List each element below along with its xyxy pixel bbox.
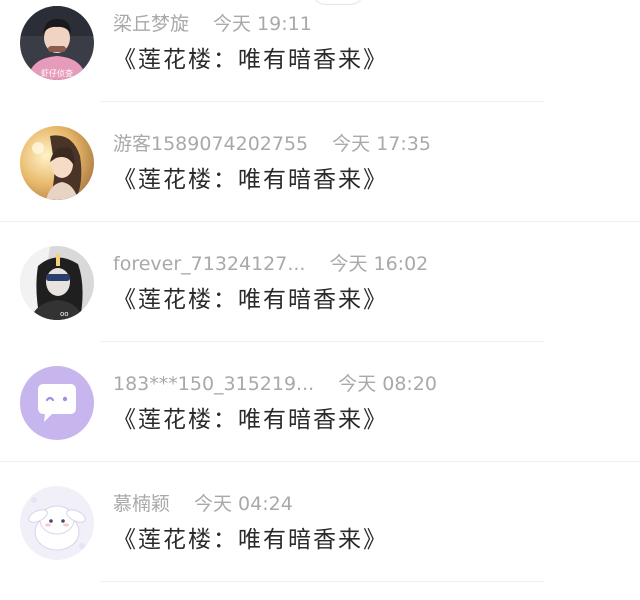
comment-text: 《莲花楼：唯有暗香来》 bbox=[113, 167, 388, 193]
avatar-watermark-text: 虾仔侦查 bbox=[41, 68, 73, 78]
divider bbox=[100, 581, 545, 582]
comment-meta: 梁丘梦旋 今天 19:11 bbox=[113, 12, 312, 36]
timestamp: 今天 16:02 bbox=[329, 253, 429, 275]
svg-text:oo: oo bbox=[60, 310, 69, 318]
username[interactable]: 慕楠颖 bbox=[113, 493, 170, 515]
divider bbox=[0, 221, 640, 222]
comment-item[interactable]: 183***150_315219... 今天 08:20 《莲花楼：唯有暗香来》 bbox=[0, 360, 640, 480]
comment-item[interactable]: 慕楠颖 今天 04:24 《莲花楼：唯有暗香来》 bbox=[0, 480, 640, 600]
comment-meta: 183***150_315219... 今天 08:20 bbox=[113, 372, 437, 396]
avatar[interactable] bbox=[20, 126, 94, 200]
avatar[interactable] bbox=[20, 486, 94, 560]
comment-text: 《莲花楼：唯有暗香来》 bbox=[113, 47, 388, 73]
purple-chat-bubble-icon bbox=[20, 366, 94, 440]
divider bbox=[100, 341, 545, 342]
comment-text: 《莲花楼：唯有暗香来》 bbox=[113, 527, 388, 553]
username[interactable]: 183***150_315219... bbox=[113, 373, 314, 395]
comment-meta: 慕楠颖 今天 04:24 bbox=[113, 492, 293, 516]
avatar[interactable]: oo bbox=[20, 246, 94, 320]
divider bbox=[100, 101, 545, 102]
comment-text: 《莲花楼：唯有暗香来》 bbox=[113, 287, 388, 313]
avatar-anime-girl-golden bbox=[20, 126, 94, 200]
timestamp: 今天 19:11 bbox=[213, 13, 312, 35]
avatar-boy-pink-hoodie: 虾仔侦查 bbox=[20, 6, 94, 80]
comment-meta: 游客1589074202755 今天 17:35 bbox=[113, 132, 431, 156]
timestamp: 今天 17:35 bbox=[332, 133, 431, 155]
comment-meta: forever_71324127... 今天 16:02 bbox=[113, 252, 428, 276]
timestamp: 今天 04:24 bbox=[194, 493, 293, 515]
avatar-cinnamoroll-cartoon bbox=[20, 486, 94, 560]
comment-item[interactable]: oo forever_71324127... 今天 16:02 《莲花楼：唯有暗香… bbox=[0, 240, 640, 360]
timestamp: 今天 08:20 bbox=[338, 373, 437, 395]
divider bbox=[0, 461, 640, 462]
comment-text: 《莲花楼：唯有暗香来》 bbox=[113, 407, 388, 433]
comment-item[interactable]: 游客1589074202755 今天 17:35 《莲花楼：唯有暗香来》 bbox=[0, 120, 640, 240]
username[interactable]: forever_71324127... bbox=[113, 253, 305, 275]
avatar-girl-sunglasses: oo bbox=[20, 246, 94, 320]
username[interactable]: 梁丘梦旋 bbox=[113, 13, 189, 35]
comment-item[interactable]: 虾仔侦查 梁丘梦旋 今天 19:11 《莲花楼：唯有暗香来》 bbox=[0, 0, 640, 120]
avatar[interactable]: 虾仔侦查 bbox=[20, 6, 94, 80]
avatar[interactable] bbox=[20, 366, 94, 440]
username[interactable]: 游客1589074202755 bbox=[113, 133, 308, 155]
